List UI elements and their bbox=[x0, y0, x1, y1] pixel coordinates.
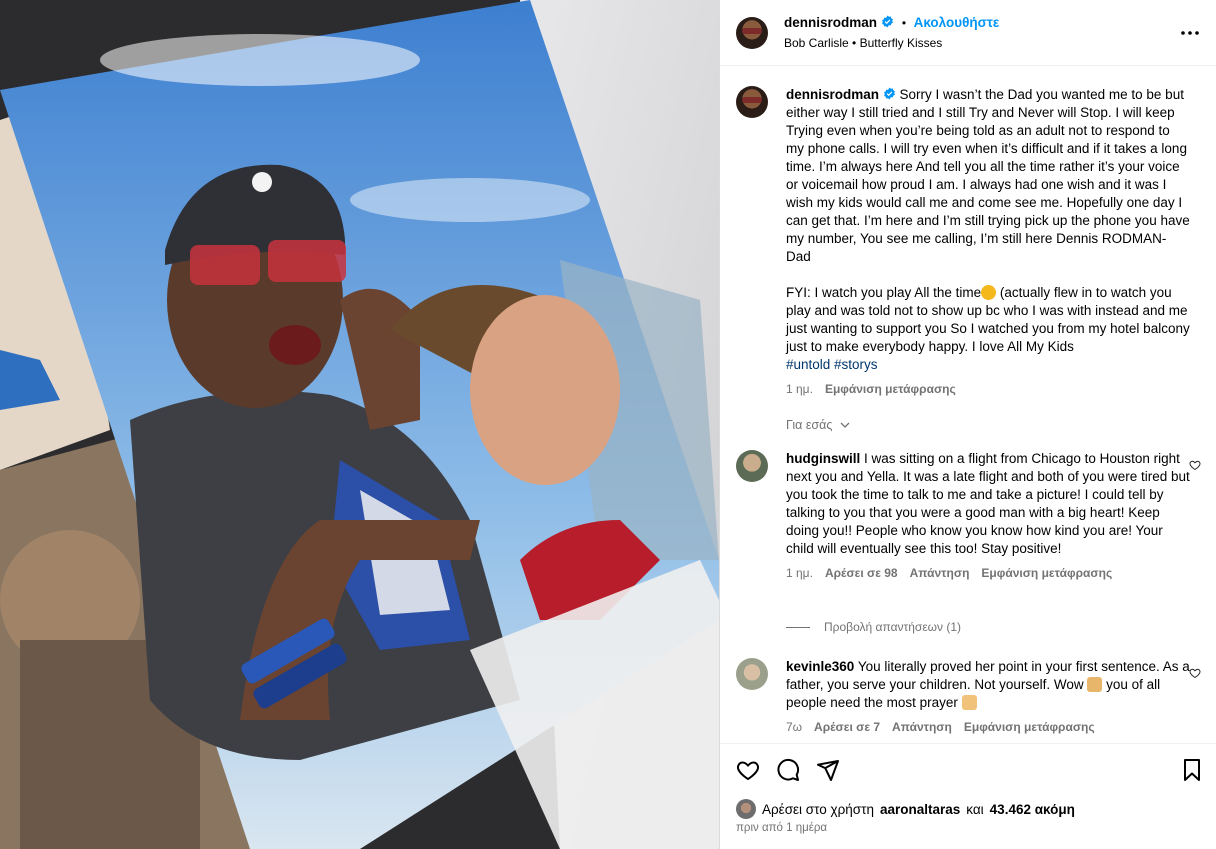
caption-username[interactable]: dennisrodman bbox=[786, 87, 879, 102]
post-actions: Αρέσει στο χρήστη aaronaltaras και 43.46… bbox=[720, 743, 1216, 849]
comment-like-heart-icon[interactable] bbox=[1189, 459, 1201, 471]
verified-badge-icon bbox=[883, 87, 895, 100]
audio-artist: Bob Carlisle bbox=[784, 36, 849, 50]
post-photo[interactable] bbox=[0, 0, 719, 849]
likes-prefix: Αρέσει στο χρήστη bbox=[762, 801, 874, 817]
audio-title: Butterfly Kisses bbox=[859, 36, 943, 50]
commenter-avatar[interactable] bbox=[736, 450, 768, 482]
see-translation-button[interactable]: Εμφάνιση μετάφρασης bbox=[981, 564, 1112, 582]
comment-likes[interactable]: Αρέσει σε 98 bbox=[825, 564, 898, 582]
replies-line bbox=[786, 626, 810, 628]
caption-meta: 1 ημ. Εμφάνιση μετάφρασης bbox=[786, 380, 1191, 398]
chevron-down-icon bbox=[840, 422, 850, 428]
comment-body: hudginswill I was sitting on a flight fr… bbox=[786, 450, 1191, 582]
save-bookmark-icon[interactable] bbox=[1180, 758, 1204, 782]
comment-content: I was sitting on a flight from Chicago t… bbox=[786, 451, 1194, 556]
likes-summary[interactable]: Αρέσει στο χρήστη aaronaltaras και 43.46… bbox=[736, 799, 1075, 819]
smiling-face-emoji-icon bbox=[981, 285, 997, 300]
see-translation-button[interactable]: Εμφάνιση μετάφρασης bbox=[964, 718, 1095, 736]
share-send-icon[interactable] bbox=[816, 758, 840, 782]
caption-author-avatar[interactable] bbox=[736, 86, 768, 118]
liker-username[interactable]: aaronaltaras bbox=[880, 802, 960, 817]
caption-age: 1 ημ. bbox=[786, 382, 813, 396]
author-username[interactable]: dennisrodman bbox=[784, 15, 877, 30]
likes-count[interactable]: 43.462 ακόμη bbox=[990, 802, 1075, 817]
like-heart-icon[interactable] bbox=[736, 758, 760, 782]
caption-see-translation[interactable]: Εμφάνιση μετάφρασης bbox=[825, 380, 956, 398]
caption-fyi-start: FYI: I watch you play All the time bbox=[786, 285, 982, 300]
caption-text: dennisrodman Sorry I wasn’t the Dad you … bbox=[786, 86, 1191, 266]
man-emoji-icon bbox=[1087, 677, 1103, 692]
follow-button[interactable]: Ακολουθήστε bbox=[914, 15, 1000, 30]
caption-paragraph-1: Sorry I wasn’t the Dad you wanted me to … bbox=[786, 87, 1194, 264]
view-replies-button[interactable]: Προβολή απαντήσεων (1) bbox=[786, 620, 961, 634]
caption-body: dennisrodman Sorry I wasn’t the Dad you … bbox=[786, 86, 1191, 398]
liker-avatar bbox=[736, 799, 756, 819]
separator-dot: • bbox=[901, 16, 907, 30]
for-you-label: Για εσάς bbox=[786, 418, 833, 432]
audio-line[interactable]: Bob Carlisle • Butterfly Kisses bbox=[784, 36, 942, 50]
comment-likes[interactable]: Αρέσει σε 7 bbox=[814, 718, 880, 736]
commenter-username[interactable]: kevinle360 bbox=[786, 659, 854, 674]
folded-hands-emoji-icon bbox=[961, 695, 977, 710]
commenter-username[interactable]: hudginswill bbox=[786, 451, 860, 466]
post-timestamp: πριν από 1 ημέρα bbox=[736, 822, 828, 834]
instagram-post: dennisrodman • Ακολουθήστε Bob Carlisle … bbox=[0, 0, 1216, 849]
separator-dot: • bbox=[852, 36, 860, 50]
post-header: dennisrodman • Ακολουθήστε Bob Carlisle … bbox=[720, 0, 1216, 66]
comment-body: kevinle360 You literally proved her poin… bbox=[786, 658, 1191, 736]
reply-button[interactable]: Απάντηση bbox=[910, 564, 970, 582]
comment-text: kevinle360 You literally proved her poin… bbox=[786, 658, 1191, 712]
verified-badge-icon bbox=[882, 15, 894, 28]
author-avatar[interactable] bbox=[736, 17, 768, 49]
more-options-button[interactable] bbox=[1179, 22, 1201, 44]
for-you-dropdown[interactable]: Για εσάς bbox=[786, 418, 850, 432]
comment-text: hudginswill I was sitting on a flight fr… bbox=[786, 450, 1191, 558]
comment-meta: 7ω Αρέσει σε 7 Απάντηση Εμφάνιση μετάφρα… bbox=[786, 718, 1191, 736]
post-side-panel: dennisrodman • Ακολουθήστε Bob Carlisle … bbox=[719, 0, 1216, 849]
comment-bubble-icon[interactable] bbox=[776, 758, 800, 782]
caption-paragraph-2: FYI: I watch you play All the time (actu… bbox=[786, 284, 1191, 356]
commenter-avatar[interactable] bbox=[736, 658, 768, 690]
caption-hashtags[interactable]: #untold #storys bbox=[786, 356, 1191, 374]
comment-item: hudginswill I was sitting on a flight fr… bbox=[736, 450, 1206, 620]
comments-section[interactable]: dennisrodman Sorry I wasn’t the Dad you … bbox=[720, 66, 1216, 743]
comment-age: 7ω bbox=[786, 720, 803, 734]
photo-illustration bbox=[0, 0, 719, 849]
likes-conjunction: και bbox=[966, 801, 984, 817]
more-options-icon bbox=[1181, 31, 1199, 35]
caption-block: dennisrodman Sorry I wasn’t the Dad you … bbox=[736, 86, 1206, 406]
author-line: dennisrodman • Ακολουθήστε bbox=[784, 14, 999, 32]
reply-button[interactable]: Απάντηση bbox=[892, 718, 952, 736]
comment-item: kevinle360 You literally proved her poin… bbox=[736, 658, 1206, 738]
comment-age: 1 ημ. bbox=[786, 566, 813, 580]
comment-meta: 1 ημ. Αρέσει σε 98 Απάντηση Εμφάνιση μετ… bbox=[786, 564, 1191, 582]
comment-like-heart-icon[interactable] bbox=[1189, 667, 1201, 679]
view-replies-label: Προβολή απαντήσεων (1) bbox=[824, 620, 962, 634]
